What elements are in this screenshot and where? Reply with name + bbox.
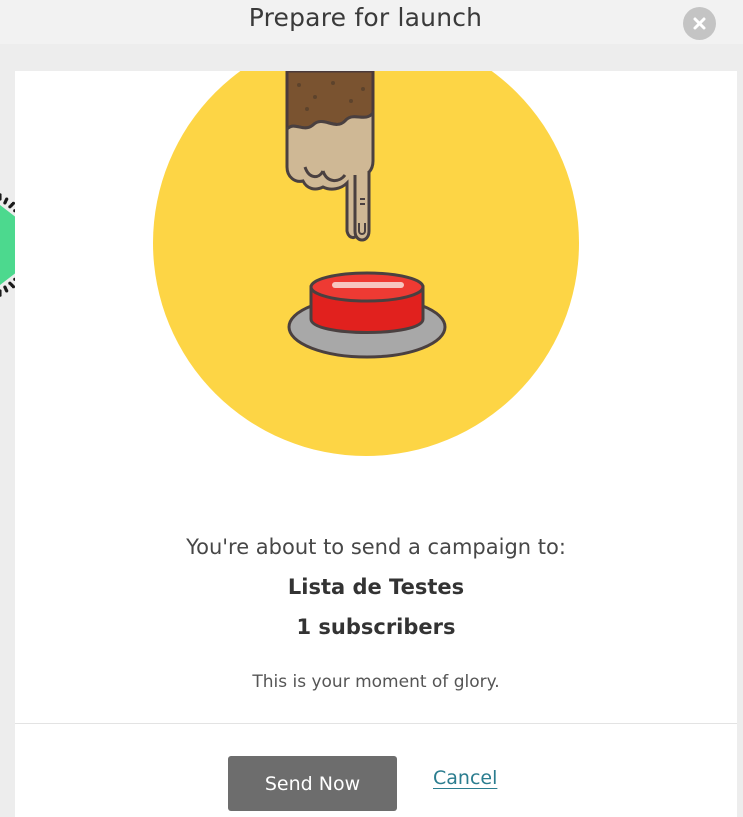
- tagline: This is your moment of glory.: [252, 672, 500, 692]
- red-button-icon: [287, 271, 447, 359]
- modal-title: Prepare for launch: [248, 3, 483, 32]
- footer-divider: [15, 723, 737, 724]
- close-icon: [693, 17, 706, 30]
- modal-header: Prepare for launch: [0, 0, 743, 44]
- finger-pressing-button-illustration: [153, 71, 579, 456]
- modal-body: You're about to send a campaign to: List…: [15, 71, 737, 817]
- send-intro-text: You're about to send a campaign to:: [186, 535, 566, 559]
- send-now-button[interactable]: Send Now: [228, 756, 397, 811]
- subscriber-count: 1 subscribers: [296, 615, 456, 639]
- list-name: Lista de Testes: [287, 575, 465, 599]
- close-button[interactable]: [683, 7, 716, 40]
- campaign-info: You're about to send a campaign to: List…: [15, 529, 737, 697]
- cancel-link[interactable]: Cancel: [433, 767, 497, 789]
